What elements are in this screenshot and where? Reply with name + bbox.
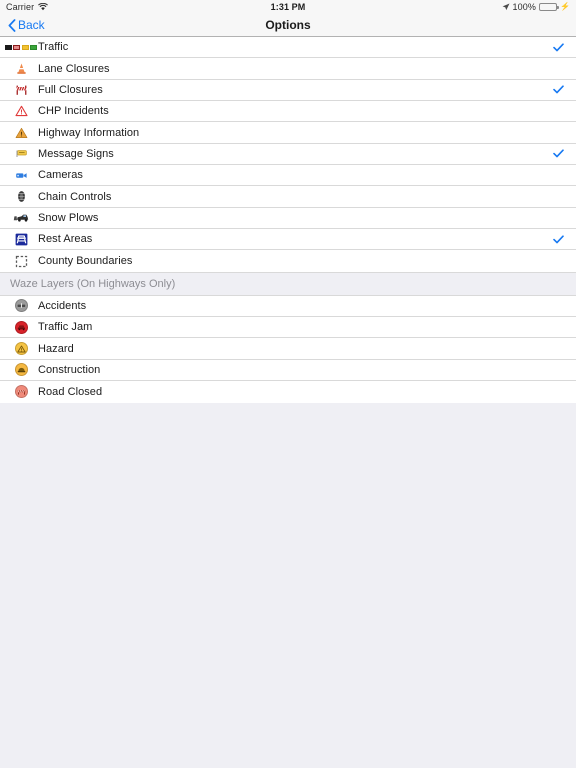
list-item-hazard[interactable]: Hazard [0,338,576,360]
list-item-label: CHP Incidents [38,105,109,118]
list-item-construction[interactable]: Construction [0,359,576,382]
list-item-label: Message Signs [38,147,114,160]
page-title: Options [265,18,311,32]
list-item-traffic-jam[interactable]: Traffic Jam [0,317,576,339]
waze-road-closed-icon [10,385,32,399]
warning-triangle-outline-icon [10,105,32,117]
status-bar-time: 1:31 PM [270,2,306,12]
tire-chain-icon [10,190,32,203]
wifi-icon [38,3,49,11]
waze-hazard-icon [10,342,32,356]
dashed-square-icon [10,255,32,268]
list-item-chp-incidents[interactable]: CHP Incidents [0,101,576,123]
list-item-label: Traffic [38,41,69,54]
status-bar: Carrier 1:31 PM 100% ⚡ [0,0,576,14]
checkmark-icon [552,149,564,158]
checkmark-icon [552,43,564,52]
status-bar-left: Carrier [6,2,271,12]
waze-accident-icon [10,299,32,313]
empty-area [0,403,576,768]
list-item-county-boundaries[interactable]: County Boundaries [0,250,576,272]
list-item-snow-plows[interactable]: Snow Plows [0,207,576,230]
list-item-rest-areas[interactable]: Rest Areas [0,229,576,251]
carrier-label: Carrier [6,2,35,12]
list-item-label: County Boundaries [38,255,133,268]
navigation-bar: Back Options [0,14,576,37]
waze-layers-section: Accidents Traffic Jam Hazard Constructio… [0,295,576,403]
list-item-road-closed[interactable]: Road Closed [0,381,576,403]
waze-construction-icon [10,363,32,377]
list-item-label: Chain Controls [38,190,112,203]
list-item-label: Traffic Jam [38,321,93,334]
snow-plow-icon [10,213,32,223]
list-item-cameras[interactable]: Cameras [0,165,576,187]
video-camera-icon [10,171,32,180]
rest-area-picnic-icon [10,233,32,246]
app-root: Carrier 1:31 PM 100% ⚡ Back Options Traf… [0,0,576,768]
traffic-cone-icon [10,62,32,75]
list-item-traffic[interactable]: Traffic [0,37,576,59]
list-item-accidents[interactable]: Accidents [0,295,576,318]
checkmark-icon [552,85,564,94]
list-item-label: Hazard [38,342,74,355]
list-item-label: Full Closures [38,83,103,96]
battery-percent-label: 100% [512,2,536,12]
list-item-label: Rest Areas [38,233,93,246]
list-item-chain-controls[interactable]: Chain Controls [0,186,576,208]
list-item-highway-information[interactable]: Highway Information [0,122,576,144]
warning-triangle-filled-icon [10,127,32,139]
list-item-lane-closures[interactable]: Lane Closures [0,58,576,80]
list-item-label: Highway Information [38,126,140,139]
list-item-full-closures[interactable]: Full Closures [0,79,576,102]
lightning-bolt-icon: ⚡ [559,2,570,11]
section-header-label: Waze Layers (On Highways Only) [10,277,176,290]
message-sign-icon [10,148,32,159]
layers-section: Traffic Lane Closures Full Closures CHP … [0,37,576,272]
checkmark-icon [552,235,564,244]
road-barrier-icon [10,84,32,96]
list-item-label: Snow Plows [38,211,99,224]
chevron-left-icon [8,18,16,32]
list-item-label: Construction [38,363,101,376]
section-header-waze-layers: Waze Layers (On Highways Only) [0,271,576,296]
list-item-label: Lane Closures [38,62,110,75]
location-arrow-icon [502,3,510,11]
waze-traffic-jam-icon [10,320,32,334]
list-item-message-signs[interactable]: Message Signs [0,143,576,166]
list-item-label: Cameras [38,169,83,182]
traffic-legend-icon [4,44,38,50]
battery-full-icon [538,3,559,11]
list-item-label: Road Closed [38,385,103,398]
back-button[interactable]: Back [8,18,45,32]
status-bar-right: 100% ⚡ [305,2,570,12]
back-button-label: Back [18,18,45,32]
list-item-label: Accidents [38,299,87,312]
